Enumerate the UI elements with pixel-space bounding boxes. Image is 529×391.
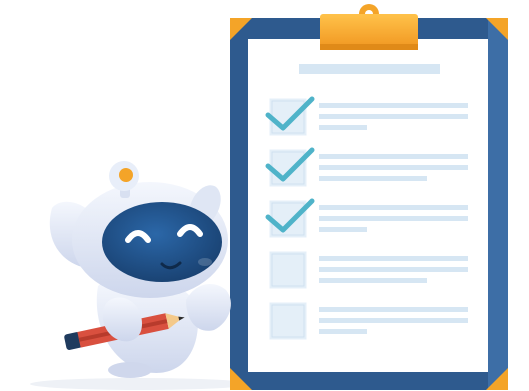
illustration [30,4,508,390]
robot-foot [108,362,152,378]
clipboard-clip [320,4,418,50]
text-line-placeholder [319,216,468,221]
text-line-placeholder [319,205,468,210]
text-line-placeholder [319,103,468,108]
robot-face-screen [102,202,222,282]
text-line-placeholder [319,307,468,312]
clipboard [230,4,508,390]
text-line-placeholder [319,278,427,283]
robot-mascot [49,161,231,378]
text-line-placeholder [319,329,367,334]
text-line-placeholder [319,176,427,181]
checkbox [266,248,310,292]
clipboard-board-edge [488,18,508,390]
text-line-placeholder [319,114,468,119]
text-line-placeholder [319,165,468,170]
text-line-placeholder [319,125,367,130]
checkbox [266,299,310,343]
floor-shadow [30,378,250,390]
text-line-placeholder [319,227,367,232]
robot-antenna-light [119,168,133,182]
text-line-placeholder [319,318,468,323]
text-line-placeholder [319,256,468,261]
paper-title-placeholder [299,64,440,74]
text-line-placeholder [319,154,468,159]
text-line-placeholder [319,267,468,272]
